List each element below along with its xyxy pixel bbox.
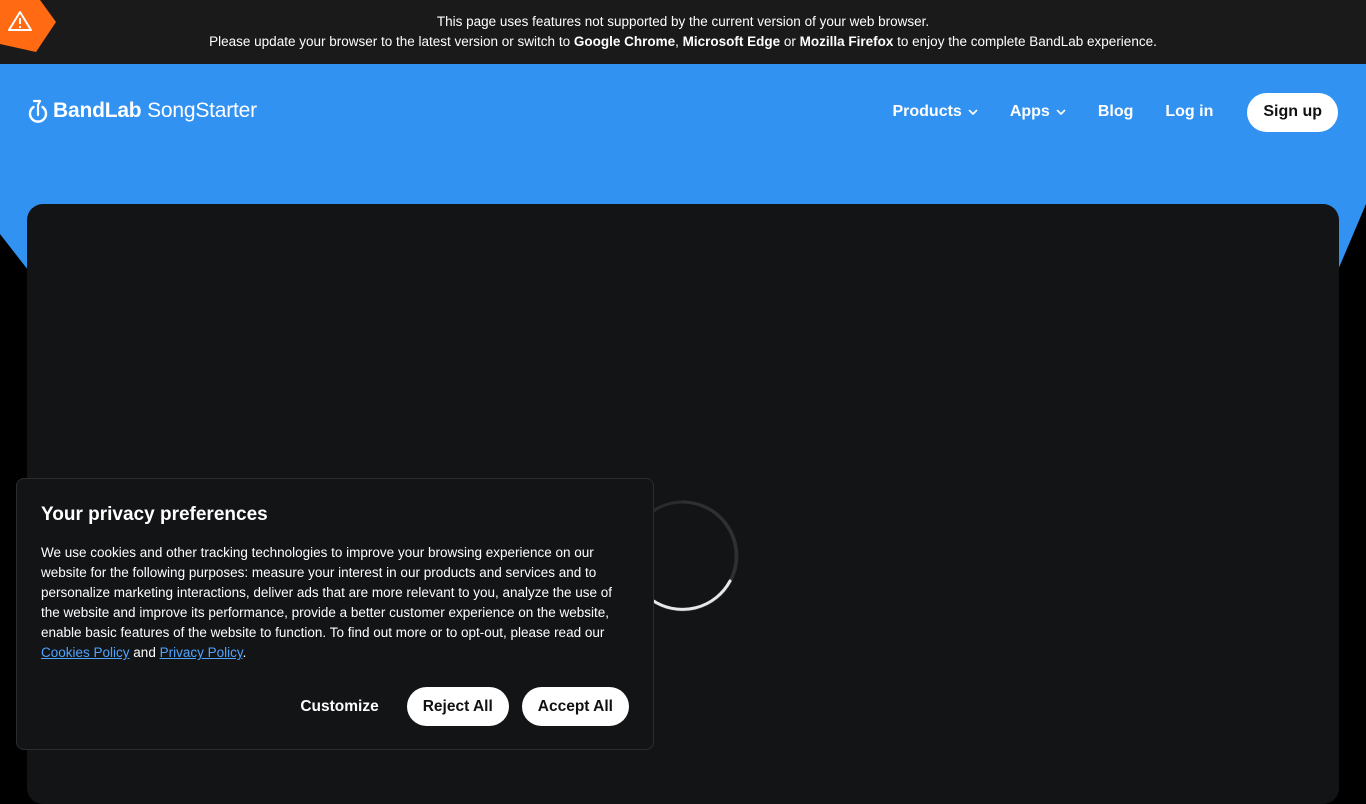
browser-warning-bar: This page uses features not supported by… bbox=[0, 0, 1366, 64]
bandlab-songstarter-logo[interactable]: BandLab SongStarter bbox=[27, 99, 257, 123]
warning-line-1: This page uses features not supported by… bbox=[436, 14, 930, 29]
cookie-title: Your privacy preferences bbox=[41, 504, 268, 525]
browser-firefox: Mozilla Firefox bbox=[799, 34, 894, 49]
chevron-down-icon bbox=[1056, 109, 1066, 115]
privacy-policy-link[interactable]: Privacy Policy bbox=[160, 645, 243, 660]
bandlab-logo-icon bbox=[28, 99, 48, 123]
nav-products[interactable]: Products bbox=[892, 103, 978, 121]
nav-links: Products Apps Blog Log in Sign up bbox=[892, 92, 1338, 132]
browser-chrome: Google Chrome bbox=[573, 34, 676, 49]
logo-brand: BandLab bbox=[53, 99, 142, 122]
cookies-policy-link[interactable]: Cookies Policy bbox=[41, 645, 130, 660]
nav-login[interactable]: Log in bbox=[1165, 103, 1213, 121]
nav-blog[interactable]: Blog bbox=[1098, 103, 1134, 121]
customize-button[interactable]: Customize bbox=[300, 698, 378, 716]
browser-edge: Microsoft Edge bbox=[682, 34, 781, 49]
warning-line-2: Please update your browser to the latest… bbox=[209, 34, 1157, 49]
nav-products-label: Products bbox=[892, 103, 962, 120]
nav-apps-label: Apps bbox=[1009, 103, 1050, 120]
cookie-actions: Customize Reject All Accept All bbox=[300, 687, 629, 726]
signup-button[interactable]: Sign up bbox=[1247, 92, 1338, 132]
accept-all-button[interactable]: Accept All bbox=[521, 687, 629, 726]
cookie-body: We use cookies and other tracking techno… bbox=[41, 545, 613, 660]
nav-apps[interactable]: Apps bbox=[1010, 103, 1066, 121]
reject-all-button[interactable]: Reject All bbox=[406, 687, 509, 726]
cookie-consent-dialog: Your privacy preferences We use cookies … bbox=[16, 478, 654, 750]
logo-product: SongStarter bbox=[141, 99, 257, 122]
chevron-down-icon bbox=[968, 109, 978, 115]
